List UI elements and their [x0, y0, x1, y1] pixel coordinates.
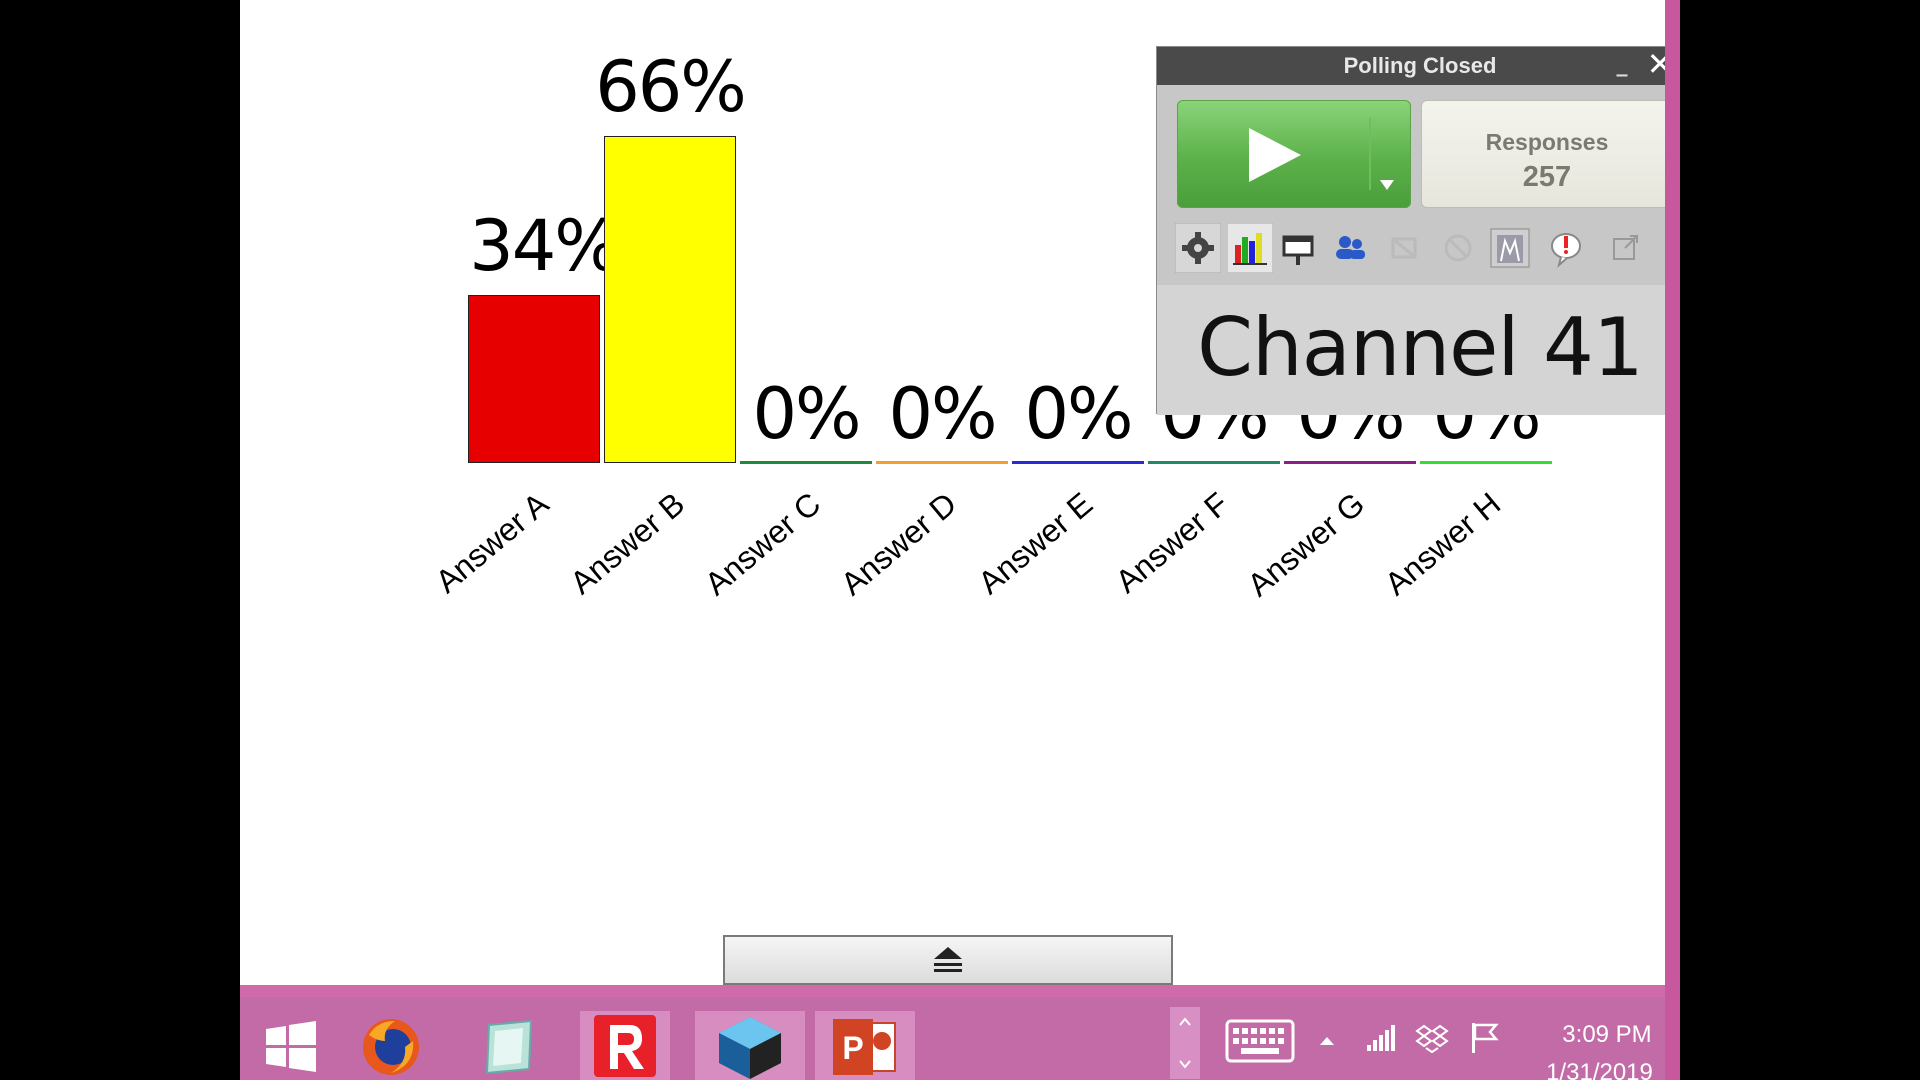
window-border — [1665, 0, 1680, 1080]
clock-date[interactable]: 1/31/2019 — [1527, 1059, 1672, 1080]
hide-icon[interactable] — [1381, 223, 1427, 273]
split-divider — [1369, 118, 1371, 190]
powerpoint-icon[interactable]: P — [815, 1011, 915, 1080]
gear-icon[interactable] — [1174, 222, 1222, 274]
notepad-icon[interactable] — [473, 1011, 545, 1080]
polling-titlebar[interactable]: Polling Closed _ ✕ — [1157, 47, 1680, 85]
windows-start-icon[interactable] — [256, 1011, 326, 1080]
presentation-screen: 34% Answer A 66% Answer B 0% Answer C 0% Answer… — [240, 0, 1680, 1080]
channel-area: Channel 41 — [1157, 285, 1680, 415]
alert-icon[interactable] — [1543, 223, 1589, 273]
bar-answer-f — [1148, 461, 1280, 464]
reset-icon[interactable] — [1435, 223, 1481, 273]
tray-scroll[interactable] — [1170, 1007, 1200, 1079]
show-hidden-icons-icon[interactable] — [1317, 1031, 1337, 1051]
taskbar: P 3:09 PM 1/31/2019 — [240, 985, 1680, 1080]
keyboard-icon[interactable] — [1225, 1019, 1295, 1063]
firefox-icon[interactable] — [355, 1011, 427, 1080]
polling-title: Polling Closed — [1343, 53, 1497, 78]
svg-text:P: P — [842, 1030, 863, 1066]
value-label: 66% — [595, 46, 747, 128]
cube-app-icon[interactable] — [695, 1011, 805, 1080]
minimize-button[interactable]: _ — [1613, 54, 1631, 76]
value-label: 34% — [469, 204, 621, 287]
responses-count: 257 — [1522, 161, 1572, 193]
responses-label: Responses — [1485, 129, 1609, 155]
bar-answer-e — [1012, 461, 1144, 464]
network-icon[interactable] — [1365, 1023, 1397, 1055]
r-app-icon[interactable] — [580, 1011, 670, 1080]
bar-answer-g — [1284, 461, 1416, 464]
toolbar-handle-button[interactable] — [723, 935, 1173, 985]
flag-icon[interactable] — [1468, 1021, 1500, 1055]
dropbox-icon[interactable] — [1415, 1023, 1449, 1055]
bar-answer-b — [604, 136, 736, 463]
presentation-icon[interactable] — [1275, 223, 1321, 273]
start-polling-button[interactable] — [1177, 100, 1411, 208]
chart-icon[interactable] — [1226, 222, 1274, 274]
popout-icon[interactable] — [1603, 223, 1649, 273]
responses-box[interactable]: Responses 257 — [1421, 100, 1673, 208]
bar-answer-a — [468, 294, 600, 463]
polling-toolbar — [1174, 222, 1680, 275]
channel-label: Channel 41 — [1197, 301, 1644, 394]
clock-time[interactable]: 3:09 PM — [1542, 1021, 1672, 1049]
play-icon — [1249, 128, 1301, 182]
eject-icon — [934, 947, 962, 972]
polling-panel: Polling Closed _ ✕ Responses 257 Channel… — [1156, 46, 1680, 415]
export-chart-icon[interactable] — [1487, 223, 1533, 273]
bar-answer-c — [740, 461, 872, 464]
chevron-down-icon[interactable] — [1380, 180, 1394, 190]
bar-answer-d — [876, 461, 1008, 464]
participants-icon[interactable] — [1327, 223, 1373, 273]
bar-answer-h — [1420, 461, 1552, 464]
